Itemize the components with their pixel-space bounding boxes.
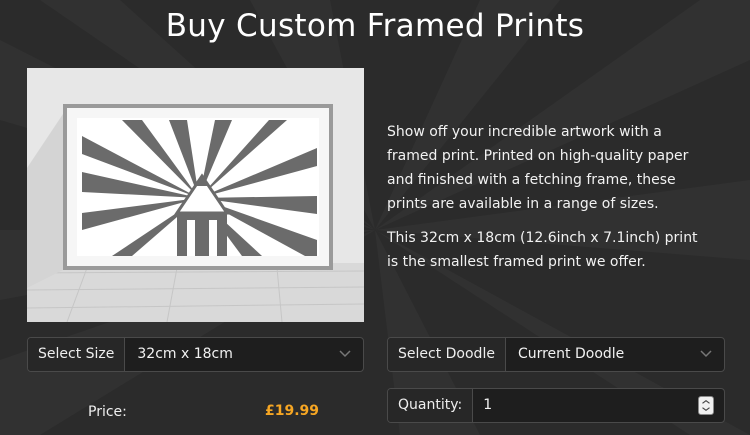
product-description: Show off your incredible artwork with a … <box>387 120 707 284</box>
quantity-input[interactable]: 1 <box>473 389 724 422</box>
doodle-select-value[interactable]: Current Doodle <box>506 338 724 371</box>
quantity-label: Quantity: <box>388 389 474 422</box>
chevron-down-icon <box>339 350 351 358</box>
size-select-value[interactable]: 32cm x 18cm <box>125 338 363 371</box>
doodle-select-text: Current Doodle <box>517 346 625 362</box>
quantity-stepper[interactable] <box>698 396 714 415</box>
chevron-down-icon <box>700 350 712 358</box>
quantity-field[interactable]: Quantity: 1 <box>387 388 725 423</box>
price-value: £19.99 <box>265 403 320 419</box>
doodle-select[interactable]: Select Doodle Current Doodle <box>387 337 725 372</box>
page-title: Buy Custom Framed Prints <box>165 8 585 44</box>
description-paragraph: This 32cm x 18cm (12.6inch x 7.1inch) pr… <box>387 230 698 270</box>
product-image <box>27 68 364 322</box>
price-label: Price: <box>88 404 127 420</box>
size-select-text: 32cm x 18cm <box>137 346 233 362</box>
description-paragraph: Show off your incredible artwork with a … <box>387 124 689 212</box>
quantity-value: 1 <box>483 397 493 413</box>
doodle-select-label: Select Doodle <box>388 338 506 371</box>
size-select-label: Select Size <box>28 338 126 371</box>
size-select[interactable]: Select Size 32cm x 18cm <box>27 337 364 372</box>
